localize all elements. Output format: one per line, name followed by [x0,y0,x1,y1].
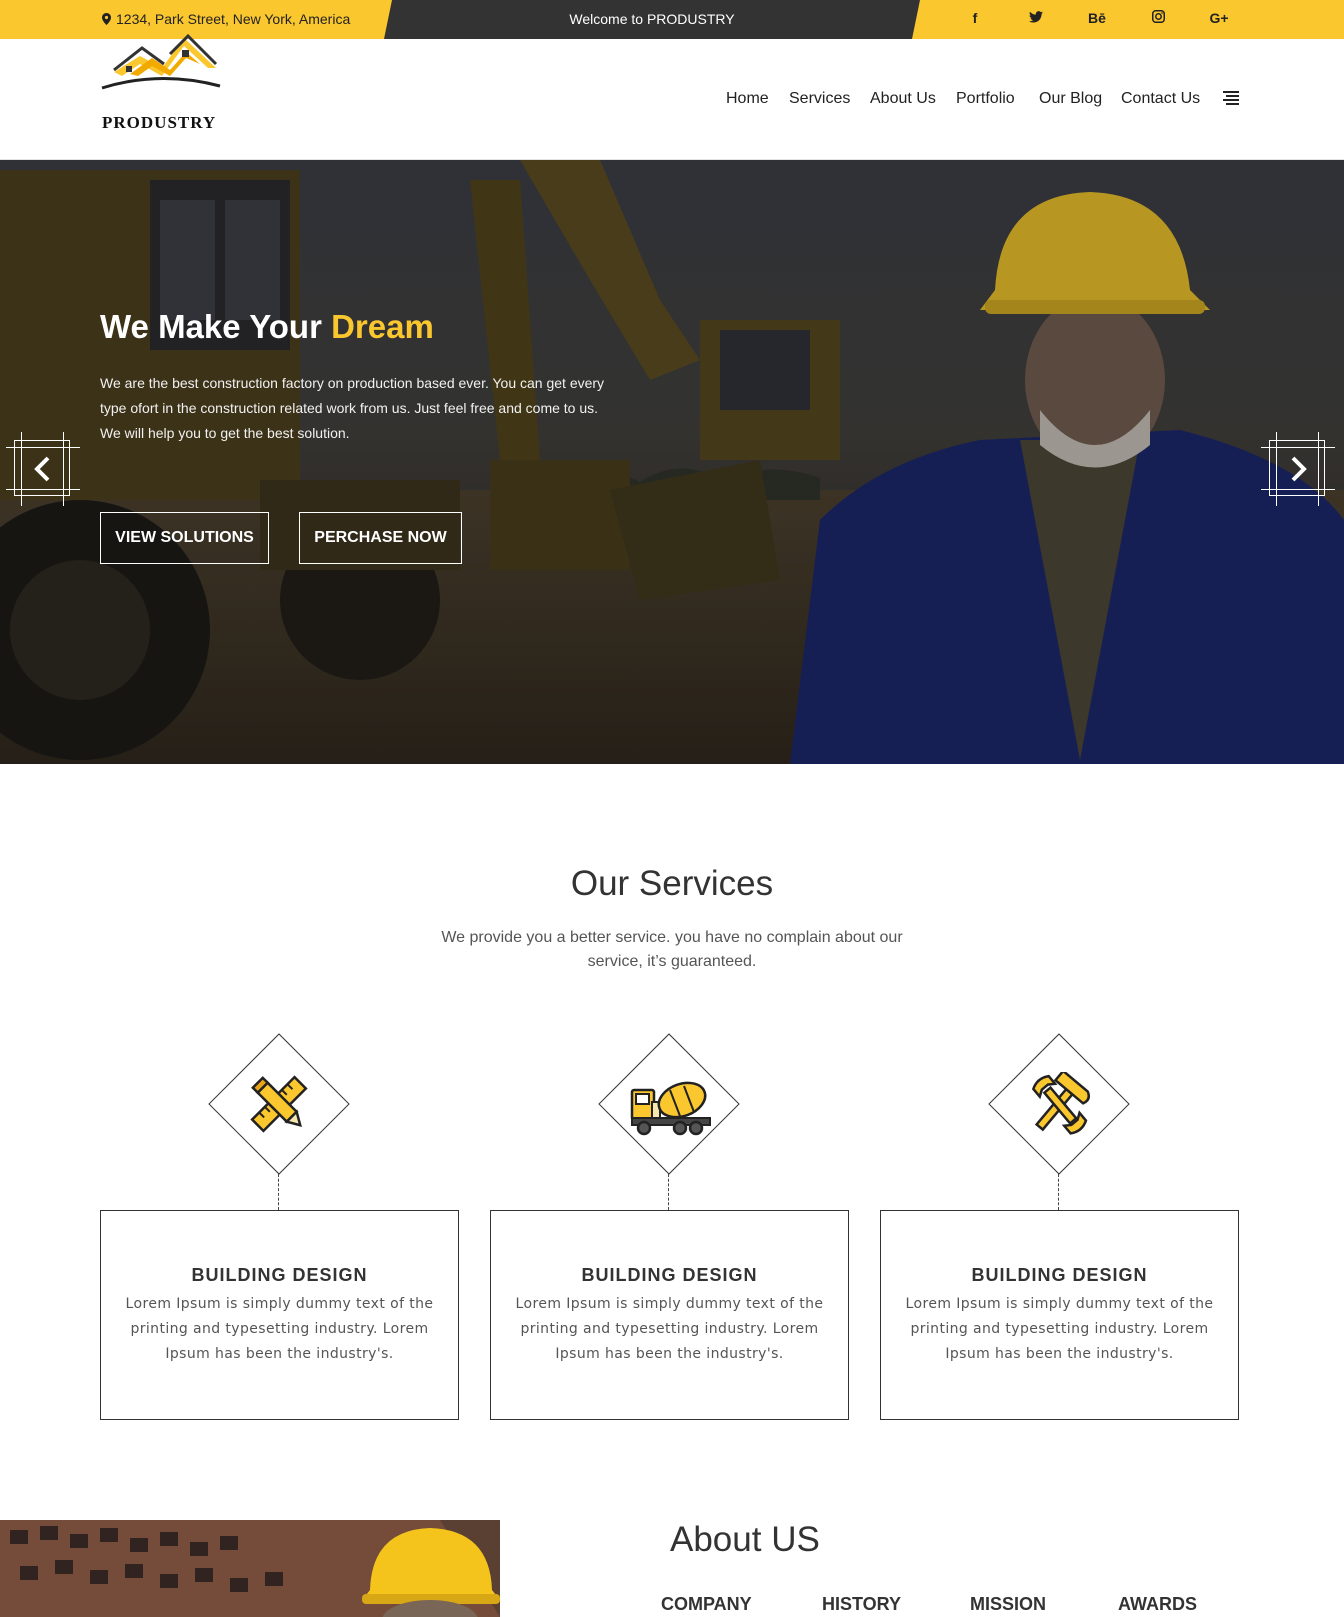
service-card-title: BUILDING DESIGN [191,1265,368,1285]
next-frame-line [1276,432,1277,506]
hammer-wrench-icon [1031,1072,1091,1135]
next-frame-line [1261,489,1335,490]
connector-line [1058,1174,1059,1210]
service-card-text: Lorem Ipsum is simply dummy text of the … [125,1296,434,1362]
service-card[interactable]: BUILDING DESIGN Lorem Ipsum is simply du… [490,1210,849,1420]
next-frame-line [1318,432,1319,506]
twitter-icon[interactable] [1022,10,1050,26]
service-card[interactable]: BUILDING DESIGN Lorem Ipsum is simply du… [880,1210,1239,1420]
hero-description: We are the best construction factory on … [100,375,605,441]
behance-icon[interactable]: Bē [1083,10,1111,26]
chevron-left-icon [34,456,50,482]
hero-slider: We Make Your Dream We are the best const… [0,160,1344,764]
map-marker-icon [102,13,111,25]
mixer-truck-icon [630,1081,711,1136]
connector-line [278,1174,279,1210]
about-image [0,1520,500,1617]
tab-awards[interactable]: AWARDS [1118,1594,1197,1615]
google-plus-icon[interactable]: G+ [1205,10,1233,26]
hero-title: We Make Your Dream [100,308,434,346]
service-card-title: BUILDING DESIGN [971,1265,1148,1285]
hamburger-icon[interactable] [1223,91,1239,105]
services-subtitle: We provide you a better service. you hav… [441,929,903,970]
address: 1234, Park Street, New York, America [102,11,350,27]
tab-history[interactable]: HISTORY [822,1594,901,1615]
tab-company[interactable]: COMPANY [661,1594,752,1615]
chevron-right-icon [1291,456,1307,482]
prev-frame-line [21,432,22,506]
brand-name[interactable]: PRODUSTRY [102,113,216,133]
about-title: About US [670,1520,820,1559]
service-card-text: Lorem Ipsum is simply dummy text of the … [515,1296,824,1362]
hero-background-image [0,160,1344,764]
instagram-glyph [1151,10,1165,23]
twitter-bird-glyph [1029,11,1043,23]
tab-mission[interactable]: MISSION [970,1594,1046,1615]
hero-title-main: We Make Your [100,308,322,345]
next-frame-line [1261,447,1335,448]
facebook-icon[interactable]: f [961,10,989,26]
nav-item-about-us[interactable]: About Us [870,90,936,108]
services-title: Our Services [570,864,774,903]
nav-item-home[interactable]: Home [726,90,769,108]
slider-next-button[interactable] [1261,432,1335,506]
prev-frame-line [63,432,64,506]
service-card-title: BUILDING DESIGN [581,1265,758,1285]
nav-item-our-blog[interactable]: Our Blog [1039,90,1102,108]
prev-frame-line [6,489,80,490]
connector-line [668,1174,669,1210]
prev-frame-line [6,447,80,448]
nav-item-contact-us[interactable]: Contact Us [1121,90,1200,108]
logo-icon[interactable] [100,28,222,92]
nav-item-portfolio[interactable]: Portfolio [956,90,1015,108]
view-solutions-button[interactable]: VIEW SOLUTIONS [100,512,269,564]
nav-item-services[interactable]: Services [789,90,850,108]
instagram-icon[interactable] [1144,10,1172,26]
ruler-pencil-icon [250,1075,308,1133]
hero-title-accent: Dream [331,308,434,345]
address-text: 1234, Park Street, New York, America [116,11,351,27]
welcome-text: Welcome to PRODUSTRY [569,11,735,27]
slider-prev-button[interactable] [6,432,80,506]
purchase-now-button[interactable]: PERCHASE NOW [299,512,462,564]
service-card-text: Lorem Ipsum is simply dummy text of the … [905,1296,1214,1362]
service-card[interactable]: BUILDING DESIGN Lorem Ipsum is simply du… [100,1210,459,1420]
